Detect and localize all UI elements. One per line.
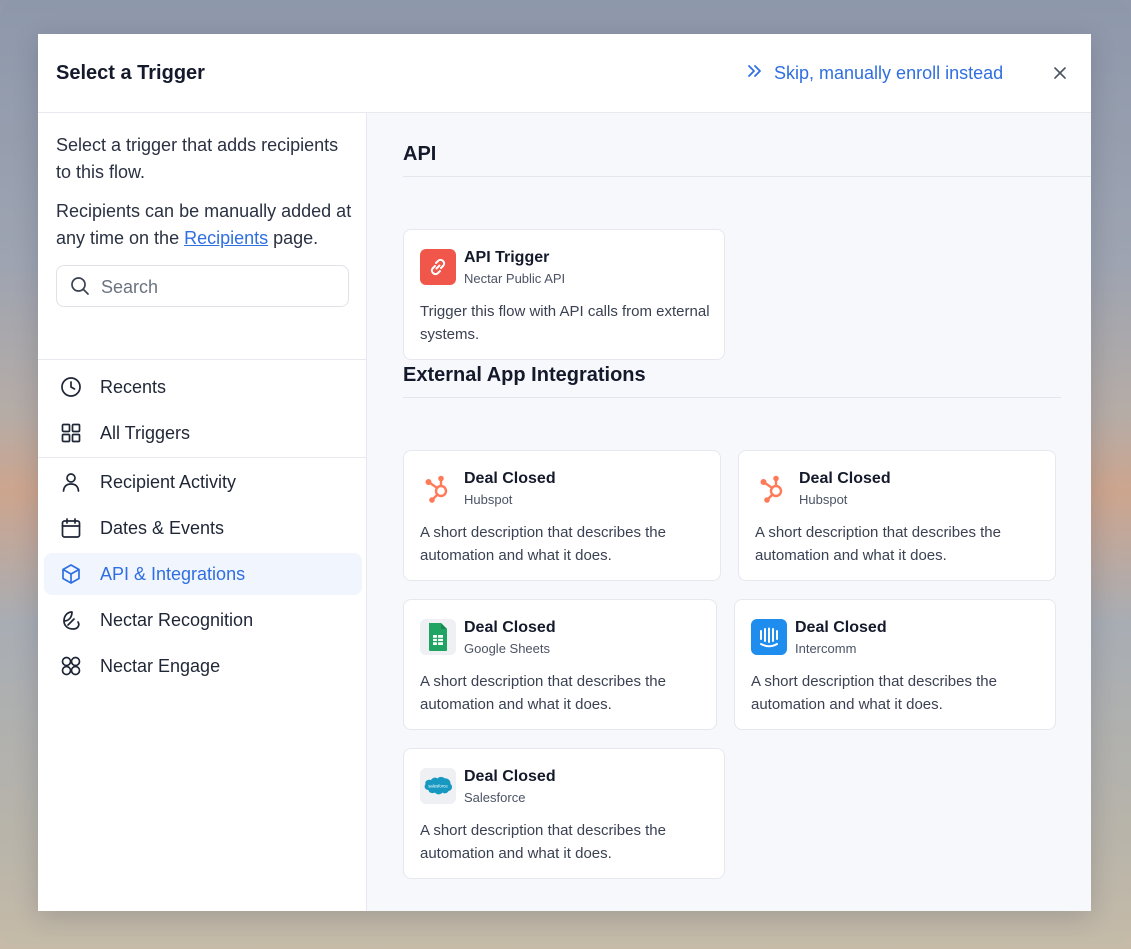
trigger-card-intercom[interactable]: Deal Closed Intercomm A short descriptio… — [734, 599, 1056, 730]
skip-manual-enroll-link[interactable]: Skip, manually enroll instead — [746, 63, 1003, 84]
card-subtitle: Hubspot — [464, 492, 513, 507]
card-title: Deal Closed — [795, 619, 887, 636]
card-description: A short description that describes the a… — [420, 822, 666, 862]
section-title-api: API — [403, 143, 437, 165]
sidebar-item-label: API & Integrations — [100, 564, 246, 584]
clock-icon — [60, 376, 82, 398]
sidebar-item-nectar-recognition[interactable]: Nectar Recognition — [44, 599, 362, 641]
card-title: Deal Closed — [464, 470, 556, 487]
sidebar-divider — [38, 457, 367, 458]
card-title: API Trigger — [464, 249, 550, 266]
trigger-card-api[interactable]: API Trigger Nectar Public API Trigger th… — [403, 229, 725, 360]
close-icon — [1053, 66, 1067, 85]
trigger-card-hubspot[interactable]: Deal Closed Hubspot A short description … — [738, 450, 1056, 581]
calendar-icon — [60, 517, 82, 539]
search-box — [56, 265, 349, 307]
cube-icon — [60, 563, 82, 585]
trigger-card-google-sheets[interactable]: Deal Closed Google Sheets A short descri… — [403, 599, 717, 730]
sidebar-intro: Select a trigger that adds recipients to… — [56, 132, 356, 264]
sidebar-item-recipient-activity[interactable]: Recipient Activity — [44, 461, 362, 503]
trigger-card-hubspot[interactable]: Deal Closed Hubspot A short description … — [403, 450, 721, 581]
card-subtitle: Nectar Public API — [464, 271, 566, 286]
google-sheets-icon — [420, 619, 456, 655]
sidebar-item-recents[interactable]: Recents — [44, 366, 362, 408]
trigger-content: API API Trigger Nectar Public API Trigge… — [367, 113, 1091, 911]
card-subtitle: Hubspot — [799, 492, 848, 507]
sidebar-divider — [38, 359, 367, 360]
search-input[interactable] — [99, 274, 333, 300]
card-description: Trigger this flow with API calls from ex… — [420, 303, 710, 343]
sidebar-item-label: Recipient Activity — [100, 472, 237, 492]
section-title-integrations: External App Integrations — [403, 364, 646, 386]
intro-text-2-after: page. — [268, 227, 319, 248]
sidebar-item-label: Recents — [100, 377, 167, 397]
card-description: A short description that describes the a… — [420, 673, 666, 713]
sidebar-item-label: Nectar Engage — [100, 656, 221, 676]
card-subtitle: Intercomm — [795, 641, 857, 656]
card-title: Deal Closed — [464, 619, 556, 636]
trigger-card-salesforce[interactable]: salesforce Deal Closed Salesforce A shor… — [403, 748, 725, 879]
card-title: Deal Closed — [464, 768, 556, 785]
card-title: Deal Closed — [799, 470, 891, 487]
search-icon — [70, 276, 90, 301]
card-description: A short description that describes the a… — [420, 524, 666, 564]
intro-text-2: Recipients can be manually added at any … — [56, 198, 356, 251]
recipients-link[interactable]: Recipients — [184, 228, 268, 248]
hubspot-icon — [420, 470, 456, 506]
intercom-icon — [751, 619, 787, 655]
sidebar-item-label: All Triggers — [100, 423, 191, 443]
salesforce-logo-text: salesforce — [428, 784, 448, 789]
card-subtitle: Salesforce — [464, 790, 526, 805]
sidebar: Select a trigger that adds recipients to… — [38, 113, 367, 911]
card-subtitle: Google Sheets — [464, 641, 551, 656]
grid-icon — [60, 422, 82, 444]
recognition-icon — [60, 609, 82, 631]
modal-title: Select a Trigger — [56, 62, 205, 84]
salesforce-icon: salesforce — [420, 768, 456, 804]
background: Select a Trigger Skip, manually enroll i… — [0, 0, 1131, 945]
intro-text-1: Select a trigger that adds recipients to… — [56, 135, 339, 182]
sidebar-item-label: Dates & Events — [100, 518, 225, 538]
modal-header: Select a Trigger Skip, manually enroll i… — [38, 34, 1091, 113]
link-icon — [420, 249, 456, 285]
sidebar-item-nectar-engage[interactable]: Nectar Engage — [44, 645, 362, 687]
section-divider — [403, 397, 1061, 398]
user-icon — [60, 471, 82, 493]
skip-label: Skip, manually enroll instead — [774, 63, 1004, 83]
card-description: A short description that describes the a… — [755, 524, 1001, 564]
sidebar-item-label: Nectar Recognition — [100, 610, 254, 630]
sidebar-item-all-triggers[interactable]: All Triggers — [44, 412, 362, 454]
double-chevron-right-icon — [746, 63, 762, 84]
card-description: A short description that describes the a… — [751, 673, 997, 713]
sidebar-item-dates-events[interactable]: Dates & Events — [44, 507, 362, 549]
section-divider — [403, 176, 1091, 177]
sidebar-item-api-integrations[interactable]: API & Integrations — [44, 553, 362, 595]
engage-icon — [60, 655, 82, 677]
hubspot-icon — [755, 470, 791, 506]
close-button[interactable] — [1049, 64, 1071, 86]
select-trigger-modal: Select a Trigger Skip, manually enroll i… — [38, 34, 1091, 911]
